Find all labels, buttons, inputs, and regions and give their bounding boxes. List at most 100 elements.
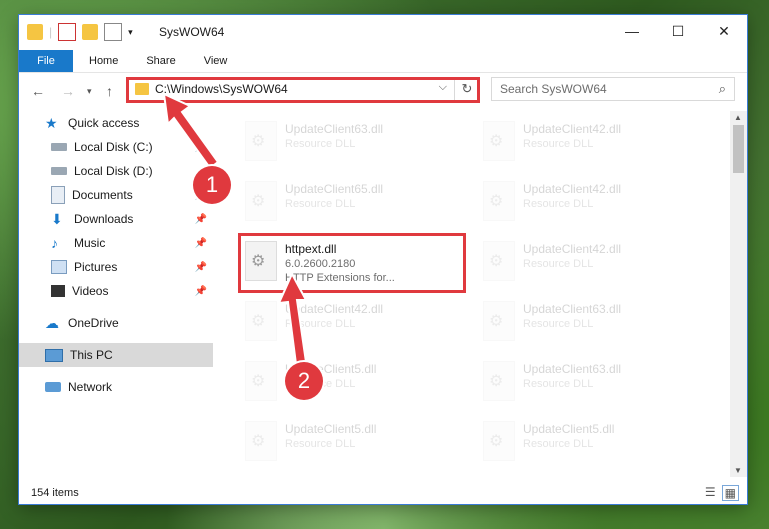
arrow-pointer-1 [162, 92, 220, 170]
star-icon: ★ [45, 115, 58, 131]
pin-icon[interactable]: 📌 [195, 214, 207, 225]
drive-icon [51, 143, 67, 151]
dll-file-icon [245, 121, 277, 161]
file-name: UpdateClient65.dll [285, 182, 384, 196]
file-item[interactable]: UpdateClient63.dll Resource DLL [477, 357, 697, 407]
file-name: UpdateClient42.dll [523, 122, 622, 136]
chevron-down-icon[interactable]: ▾ [128, 27, 133, 38]
sidebar-item-onedrive[interactable]: ☁ OneDrive [19, 311, 213, 335]
window-controls: — ☐ ✕ [609, 15, 747, 47]
folder-icon[interactable] [27, 24, 43, 40]
file-type: Resource DLL [523, 378, 594, 390]
drive-icon [51, 167, 67, 175]
ribbon-tabs: File Home Share View [19, 50, 747, 73]
sidebar-item-music[interactable]: ♪ Music 📌 [19, 231, 213, 255]
file-item[interactable]: UpdateClient42.dll Resource DLL [477, 177, 697, 227]
file-item[interactable]: UpdateClient65.dll Resource DLL [239, 177, 459, 227]
sidebar-item-network[interactable]: Network [19, 375, 213, 399]
tab-view[interactable]: View [190, 50, 242, 72]
scrollbar-thumb[interactable] [733, 125, 744, 173]
minimize-button[interactable]: — [609, 15, 655, 47]
forward-arrow-icon[interactable]: → [61, 83, 75, 99]
sidebar-item-label: Local Disk (C:) [74, 140, 153, 154]
sidebar-item-videos[interactable]: Videos 📌 [19, 279, 213, 303]
item-count: 154 items [31, 487, 79, 499]
file-type: Resource DLL [523, 438, 594, 450]
computer-icon [45, 348, 63, 362]
file-name: UpdateClient63.dll [523, 362, 622, 376]
dll-file-icon [483, 181, 515, 221]
pictures-icon [51, 260, 67, 274]
file-type: Resource DLL [523, 198, 594, 210]
file-item[interactable]: UpdateClient42.dll Resource DLL [477, 237, 697, 287]
sidebar-item-this-pc[interactable]: This PC [19, 343, 213, 367]
search-input[interactable]: Search SysWOW64 ⌕ [491, 77, 735, 101]
quick-access-toolbar: | ▾ [27, 23, 133, 41]
back-arrow-icon[interactable]: ← [31, 83, 45, 99]
dll-file-icon [483, 241, 515, 281]
vertical-scrollbar[interactable]: ▲ ▼ [730, 111, 747, 477]
tab-home[interactable]: Home [73, 50, 132, 72]
recent-locations-icon[interactable]: ▾ [87, 86, 92, 97]
network-icon [45, 382, 61, 392]
sidebar-item-documents[interactable]: Documents 📌 [19, 183, 213, 207]
sidebar-item-label: Documents [72, 188, 133, 202]
sidebar-item-downloads[interactable]: ⬇ Downloads 📌 [19, 207, 213, 231]
scroll-down-icon[interactable]: ▼ [734, 466, 742, 475]
file-name: UpdateClient5.dll [523, 422, 615, 436]
scroll-up-icon[interactable]: ▲ [734, 113, 742, 122]
title-bar: | ▾ SysWOW64 — ☐ ✕ [19, 15, 747, 50]
file-item[interactable]: UpdateClient63.dll Resource DLL [477, 297, 697, 347]
pin-icon[interactable]: 📌 [195, 262, 207, 273]
sidebar-item-label: OneDrive [68, 316, 119, 330]
arrow-pointer-2 [277, 272, 308, 366]
videos-icon [51, 285, 65, 297]
new-folder-icon[interactable] [82, 24, 99, 40]
download-icon: ⬇ [51, 211, 63, 227]
sidebar-item-label: Local Disk (D:) [74, 164, 153, 178]
file-name: UpdateClient5.dll [285, 422, 377, 436]
tab-share[interactable]: Share [132, 50, 189, 72]
sidebar-item-label: Pictures [74, 260, 118, 274]
pin-icon[interactable]: 📌 [195, 286, 207, 297]
file-item[interactable]: UpdateClient63.dll Resource DLL [239, 117, 459, 167]
close-button[interactable]: ✕ [701, 15, 747, 47]
file-name: UpdateClient63.dll [285, 122, 384, 136]
sidebar-item-pictures[interactable]: Pictures 📌 [19, 255, 213, 279]
dll-file-icon [245, 181, 277, 221]
file-type: Resource DLL [285, 138, 356, 150]
pin-icon[interactable]: 📌 [195, 238, 207, 249]
sidebar-item-label: Music [74, 236, 106, 250]
toolbar-separator: | [49, 25, 53, 39]
details-view-icon[interactable]: ☰ [705, 485, 716, 501]
sidebar-item-label: Downloads [74, 212, 134, 226]
documents-icon [51, 186, 65, 204]
search-placeholder: Search SysWOW64 [500, 82, 607, 96]
music-icon: ♪ [51, 235, 58, 251]
dll-file-icon [483, 121, 515, 161]
customize-toolbar-icon[interactable] [104, 23, 123, 41]
up-arrow-icon[interactable]: ↑ [106, 83, 113, 99]
large-icons-view-icon[interactable]: ▦ [721, 485, 739, 501]
properties-icon[interactable] [58, 23, 77, 41]
file-type: Resource DLL [285, 438, 356, 450]
file-item[interactable]: UpdateClient42.dll Resource DLL [477, 117, 697, 167]
dll-file-icon [483, 361, 515, 401]
dll-file-icon [483, 301, 515, 341]
sidebar-item-label: Videos [72, 284, 109, 298]
file-item[interactable]: UpdateClient5.dll Resource DLL [239, 417, 459, 467]
step-badge-1: 1 [193, 166, 231, 204]
file-item[interactable]: UpdateClient5.dll Resource DLL [477, 417, 697, 467]
step-badge-2: 2 [285, 362, 323, 400]
dll-file-icon [483, 421, 515, 461]
maximize-button[interactable]: ☐ [655, 15, 701, 47]
file-name: UpdateClient63.dll [523, 302, 622, 316]
sidebar-item-label: This PC [70, 348, 113, 362]
tab-file[interactable]: File [19, 50, 73, 72]
file-type: Resource DLL [523, 318, 594, 330]
file-type: Resource DLL [523, 258, 594, 270]
dll-file-icon [245, 421, 277, 461]
file-name: UpdateClient42.dll [523, 182, 622, 196]
